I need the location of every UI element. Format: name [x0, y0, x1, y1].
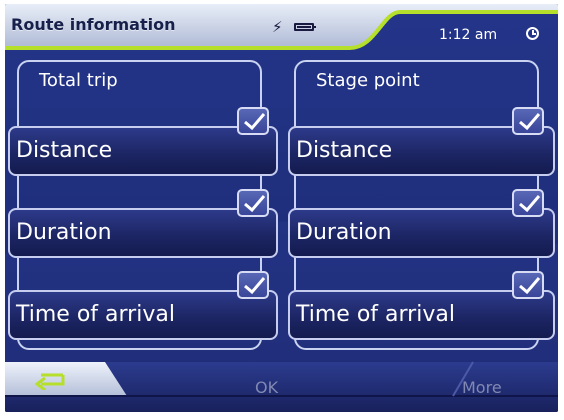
option-label: Time of arrival: [16, 302, 175, 327]
total-trip-arrival-checkbox[interactable]: [237, 271, 269, 299]
route-information-screen: Route information ⚡ 1:12 am Total trip D…: [5, 4, 558, 412]
checkmark-icon: [244, 113, 266, 131]
stage-point-title: Stage point: [316, 70, 420, 91]
back-button[interactable]: [5, 362, 117, 396]
total-trip-title: Total trip: [39, 70, 118, 91]
stage-point-duration-checkbox[interactable]: [512, 189, 544, 217]
clock-icon: [526, 27, 539, 40]
checkmark-icon: [519, 113, 541, 131]
stage-point-arrival-checkbox[interactable]: [512, 271, 544, 299]
page-title: Route information: [11, 15, 176, 34]
option-label: Distance: [296, 138, 393, 163]
option-label: Time of arrival: [296, 302, 455, 327]
total-trip-distance-checkbox[interactable]: [237, 107, 269, 135]
more-button[interactable]: More: [462, 378, 502, 397]
option-label: Duration: [16, 220, 112, 245]
battery-icon: [294, 23, 316, 31]
checkmark-icon: [519, 195, 541, 213]
stage-point-distance-checkbox[interactable]: [512, 107, 544, 135]
checkmark-icon: [244, 195, 266, 213]
lightning-icon: ⚡: [272, 18, 283, 36]
clock-time: 1:12 am: [439, 27, 498, 43]
total-trip-duration-checkbox[interactable]: [237, 189, 269, 217]
option-label: Distance: [16, 138, 113, 163]
ok-button[interactable]: OK: [255, 378, 278, 397]
checkmark-icon: [519, 277, 541, 295]
option-label: Duration: [296, 220, 392, 245]
back-arrow-icon: [33, 370, 67, 390]
checkmark-icon: [244, 277, 266, 295]
